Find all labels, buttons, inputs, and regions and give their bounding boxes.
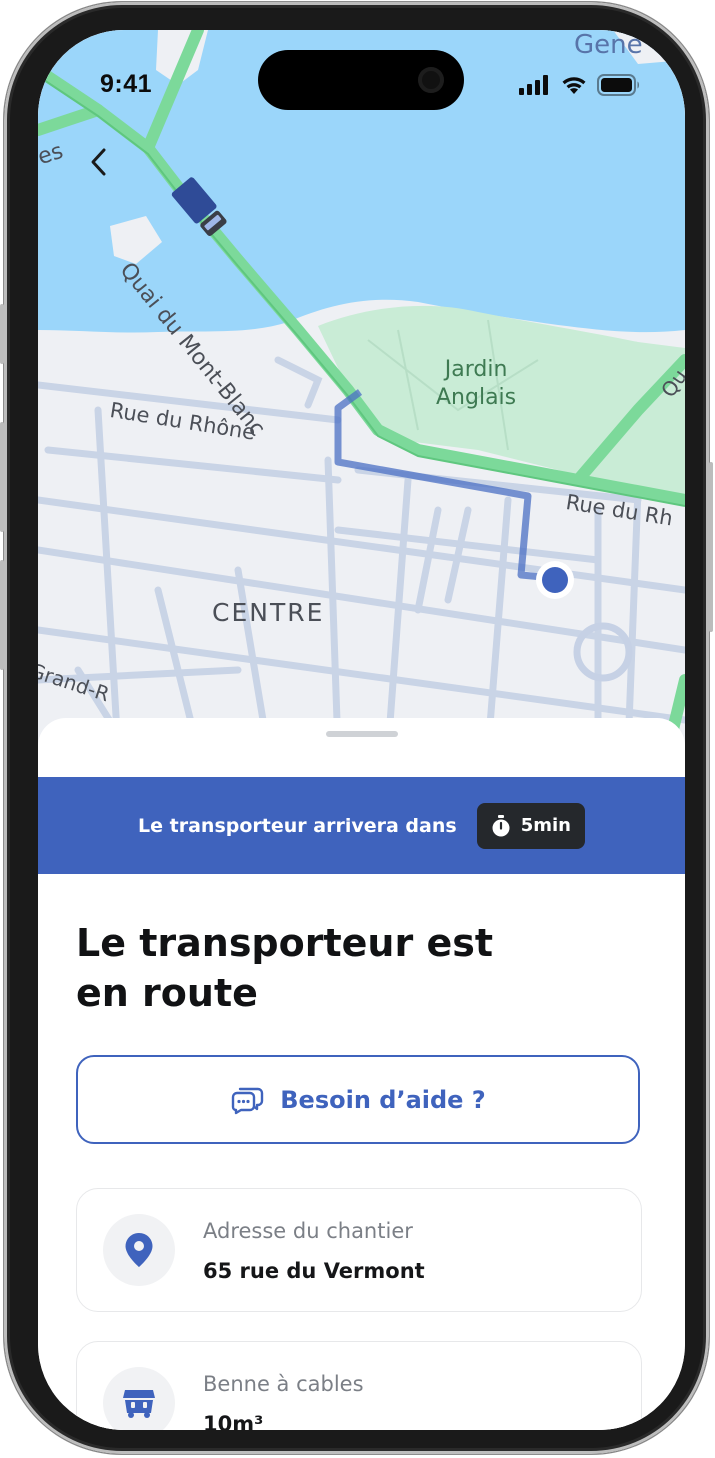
eta-value: 5min	[520, 815, 571, 836]
location-pin-icon	[125, 1233, 153, 1267]
back-button[interactable]	[84, 142, 114, 182]
stopwatch-icon	[492, 814, 510, 836]
address-label: Adresse du chantier	[203, 1219, 413, 1243]
eta-chip: 5min	[476, 802, 585, 849]
status-time: 9:41	[100, 70, 153, 98]
dumpster-card[interactable]: Benne à cables 10m³	[76, 1341, 642, 1430]
eta-text: Le transporteur arrivera dans	[138, 814, 457, 837]
chat-bubbles-icon	[232, 1087, 264, 1114]
chevron-left-icon	[91, 148, 106, 176]
dumpster-icon-wrap	[103, 1367, 175, 1430]
address-card[interactable]: Adresse du chantier 65 rue du Vermont	[76, 1188, 642, 1312]
battery-icon	[597, 74, 639, 96]
map-label-park-line2: Anglais	[436, 385, 517, 410]
page-title: Le transporteur est en route	[76, 921, 493, 1015]
volume-up-button	[0, 422, 4, 532]
bottom-sheet: Le transporteur arrivera dans 5min Le tr…	[38, 718, 685, 1430]
phone-frame: Gene es Quai du Mont-Blanc Jardin Anglai…	[0, 2, 713, 1454]
dynamic-island	[258, 50, 464, 110]
cellular-signal-icon	[519, 75, 548, 95]
dumpster-label: Benne à cables	[203, 1372, 364, 1396]
eta-banner: Le transporteur arrivera dans 5min	[38, 777, 685, 874]
help-button-label: Besoin d’aide ?	[280, 1085, 486, 1114]
status-icons	[519, 74, 641, 96]
power-button	[709, 462, 713, 632]
address-icon-wrap	[103, 1214, 175, 1286]
map-label-geneve: Gene	[574, 30, 643, 60]
map-view[interactable]: Gene es Quai du Mont-Blanc Jardin Anglai…	[38, 30, 685, 750]
map-label-park-line1: Jardin	[444, 357, 508, 382]
wifi-icon	[562, 77, 586, 94]
dumpster-icon	[123, 1390, 155, 1418]
volume-down-button	[0, 560, 4, 670]
mute-switch	[0, 304, 4, 364]
front-camera	[418, 67, 444, 93]
dumpster-value: 10m³	[203, 1412, 264, 1430]
map-label-centre: CENTRE	[212, 598, 325, 627]
address-value: 65 rue du Vermont	[203, 1259, 425, 1283]
help-button[interactable]: Besoin d’aide ?	[76, 1055, 640, 1144]
sheet-grabber[interactable]	[326, 731, 398, 737]
screen: Gene es Quai du Mont-Blanc Jardin Anglai…	[38, 30, 685, 1430]
map-label-park: Jardin Anglais	[436, 356, 516, 412]
